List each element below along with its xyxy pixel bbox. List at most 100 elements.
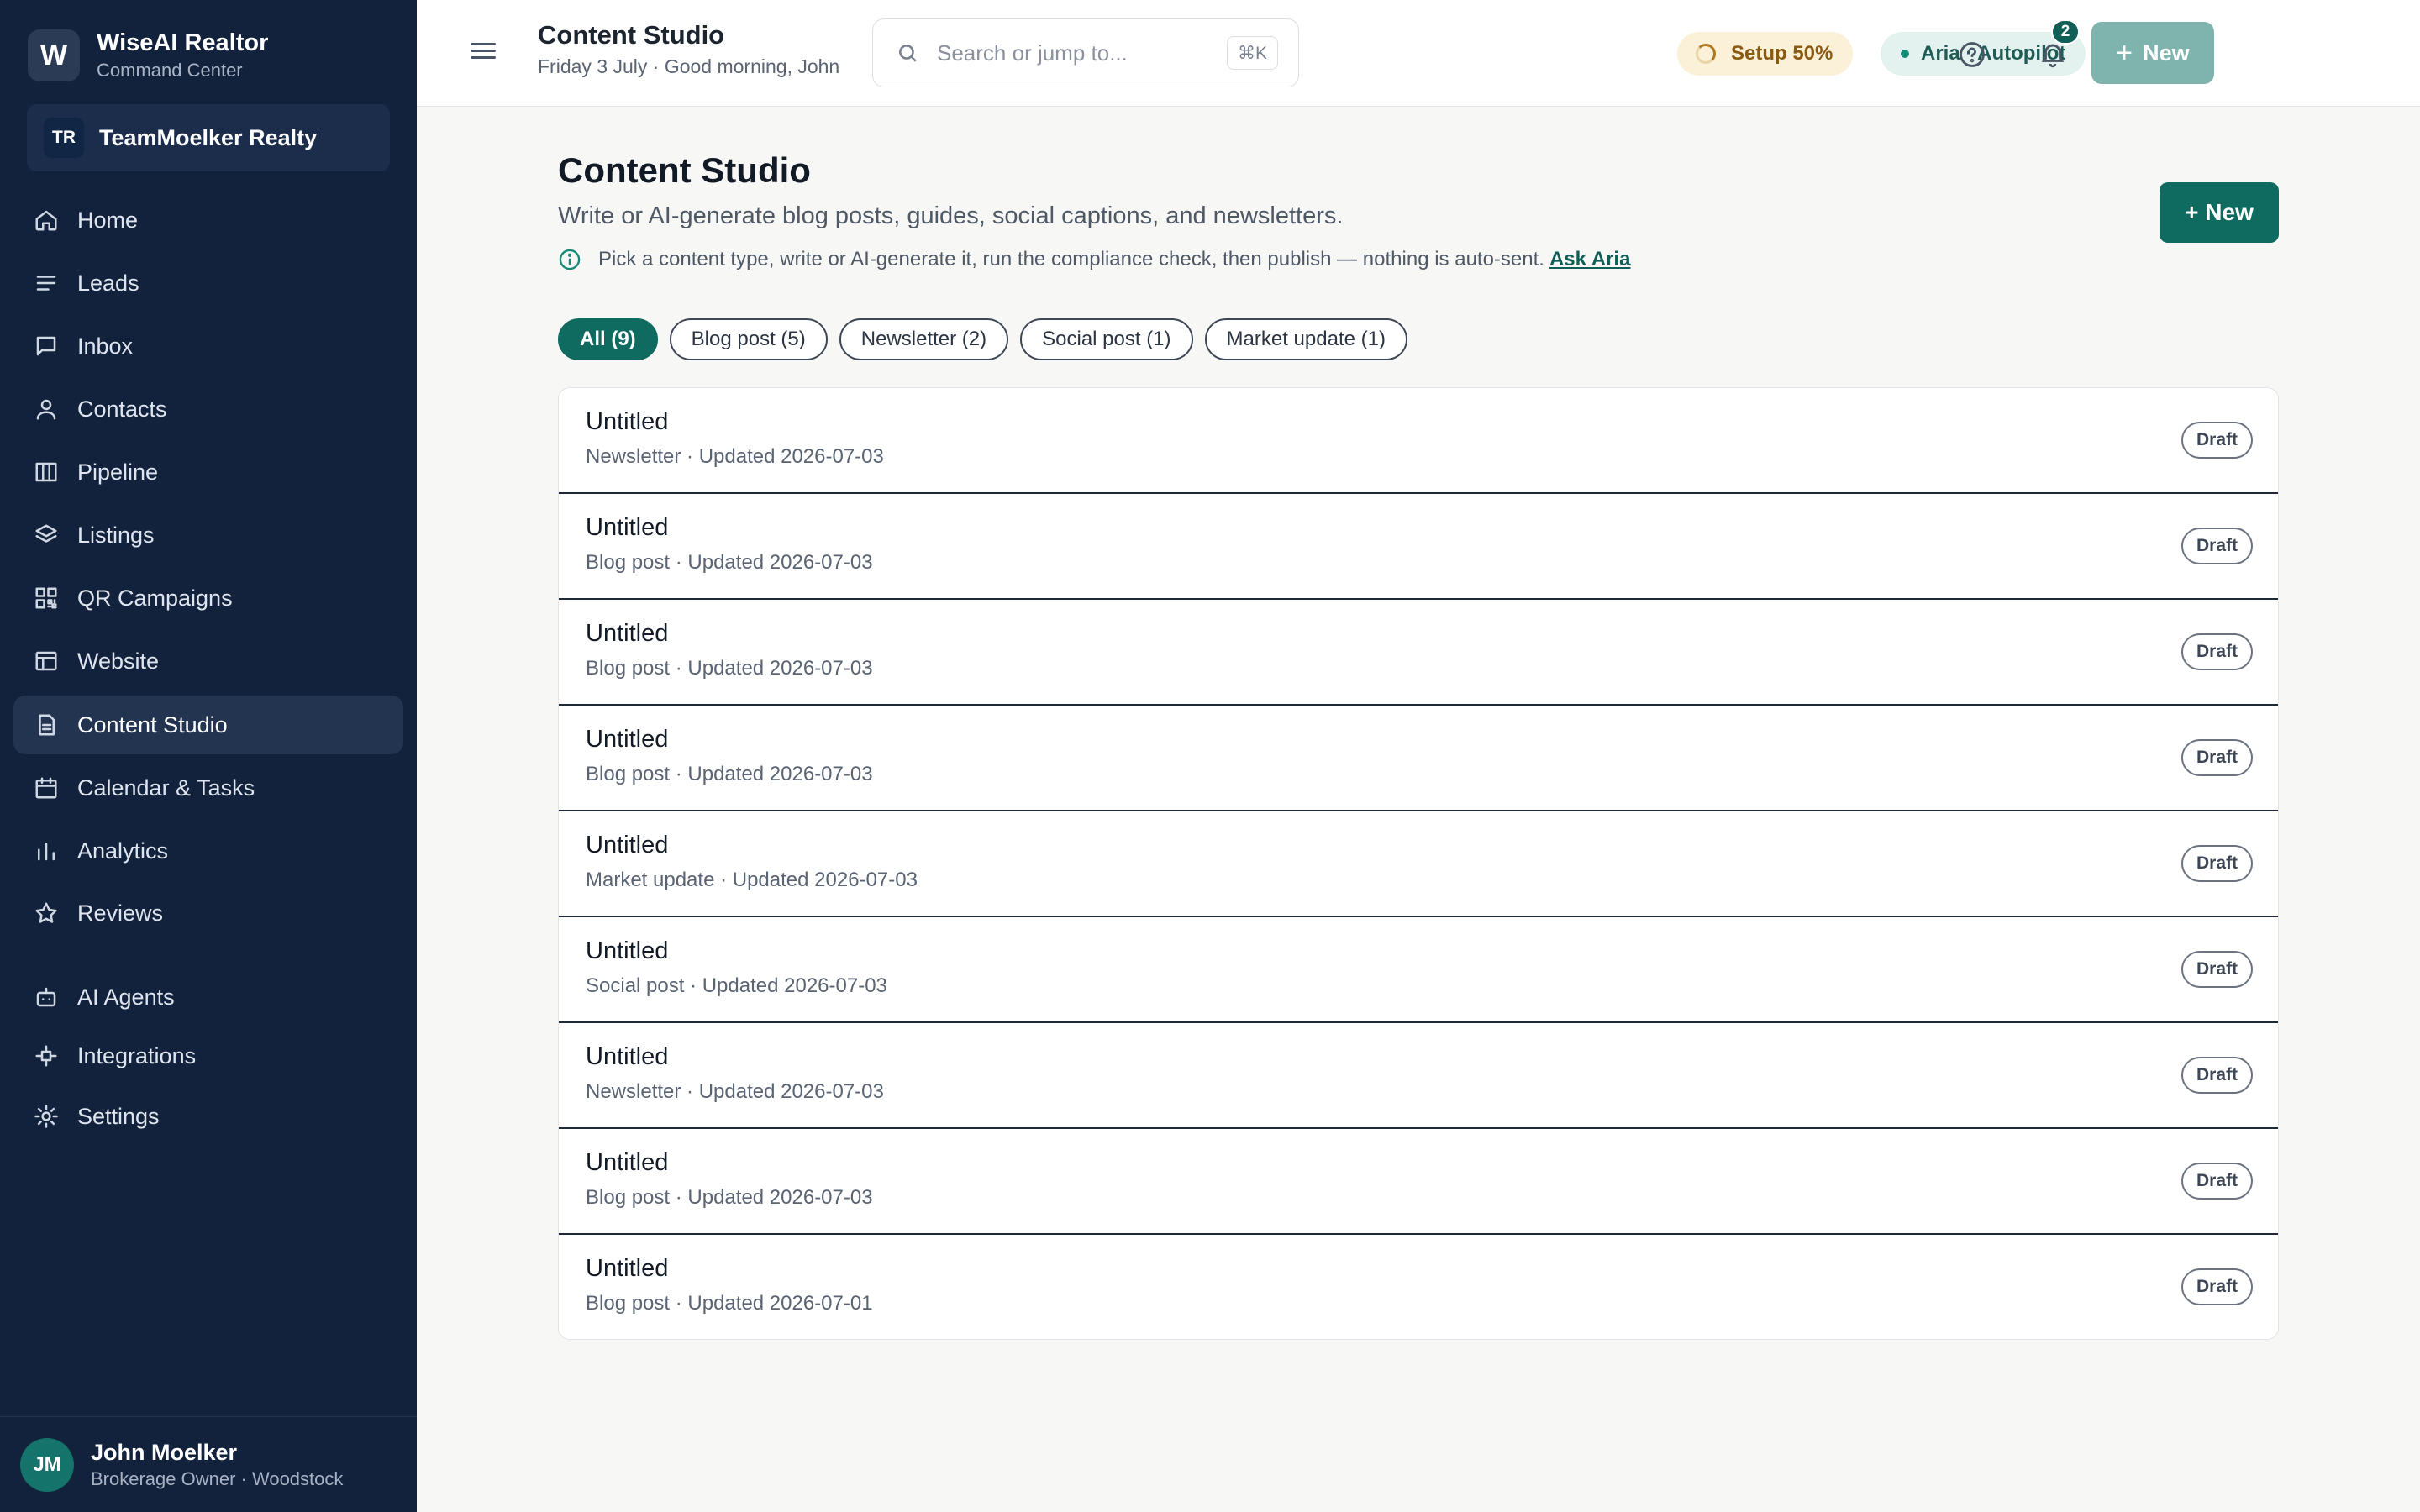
help-icon[interactable] bbox=[1958, 40, 1986, 69]
status-badge: Draft bbox=[2181, 528, 2253, 564]
star-icon bbox=[35, 902, 57, 923]
list-item[interactable]: Untitled Blog post · Updated 2026-07-03 … bbox=[559, 494, 2278, 600]
topbar-new-button[interactable]: + New bbox=[2091, 22, 2214, 84]
topbar-subtitle: Friday 3 July · Good morning, John bbox=[538, 55, 840, 77]
item-meta: Newsletter · Updated 2026-07-03 bbox=[586, 445, 884, 468]
sidebar-item-label: QR Campaigns bbox=[77, 585, 233, 611]
search-icon bbox=[899, 45, 917, 62]
status-badge: Draft bbox=[2181, 1057, 2253, 1094]
team-switcher[interactable]: TR TeamMoelker Realty bbox=[27, 104, 390, 171]
sidebar-item-label: Reviews bbox=[77, 900, 164, 926]
sidebar-item-label: Settings bbox=[77, 1103, 160, 1129]
item-title: Untitled bbox=[586, 514, 669, 541]
menu-icon[interactable] bbox=[469, 39, 497, 67]
sidebar-item-content-studio[interactable]: Content Studio bbox=[13, 696, 403, 754]
item-title: Untitled bbox=[586, 1149, 669, 1176]
qr-icon bbox=[35, 587, 57, 609]
item-meta: Market update · Updated 2026-07-03 bbox=[586, 869, 918, 891]
lines-icon bbox=[36, 276, 56, 291]
notification-badge: 2 bbox=[2051, 19, 2080, 45]
sidebar-item-integrations[interactable]: Integrations bbox=[13, 1026, 403, 1085]
home-icon bbox=[35, 210, 57, 231]
bar-chart-icon bbox=[38, 843, 55, 861]
setup-progress-pill[interactable]: Setup 50% bbox=[1677, 32, 1854, 76]
list-item[interactable]: Untitled Blog post · Updated 2026-07-01 … bbox=[559, 1235, 2278, 1339]
sidebar-item-website[interactable]: Website bbox=[13, 632, 403, 690]
info-text: Pick a content type, write or AI-generat… bbox=[598, 248, 1544, 270]
user-profile[interactable]: JM John Moelker Brokerage Owner · Woodst… bbox=[0, 1416, 417, 1512]
sidebar-item-analytics[interactable]: Analytics bbox=[13, 822, 403, 880]
sidebar-item-settings[interactable]: Settings bbox=[13, 1087, 403, 1146]
list-item[interactable]: Untitled Newsletter · Updated 2026-07-03… bbox=[559, 1023, 2278, 1129]
list-item[interactable]: Untitled Market update · Updated 2026-07… bbox=[559, 811, 2278, 917]
sidebar-item-inbox[interactable]: Inbox bbox=[13, 317, 403, 375]
sidebar-item-leads[interactable]: Leads bbox=[13, 254, 403, 312]
list-item[interactable]: Untitled Blog post · Updated 2026-07-03 … bbox=[559, 1129, 2278, 1235]
columns-icon bbox=[35, 462, 57, 482]
item-meta: Blog post · Updated 2026-07-03 bbox=[586, 551, 873, 574]
list-item[interactable]: Untitled Blog post · Updated 2026-07-03 … bbox=[559, 600, 2278, 706]
avatar: JM bbox=[20, 1437, 74, 1492]
item-meta: Blog post · Updated 2026-07-01 bbox=[586, 1292, 873, 1315]
item-meta: Blog post · Updated 2026-07-03 bbox=[586, 763, 873, 785]
sidebar-item-contacts[interactable]: Contacts bbox=[13, 380, 403, 438]
user-role: Brokerage Owner · Woodstock bbox=[91, 1467, 344, 1489]
filter-newsletter[interactable]: Newsletter (2) bbox=[839, 318, 1009, 360]
gear-icon bbox=[34, 1105, 58, 1128]
status-badge: Draft bbox=[2181, 1163, 2253, 1200]
brand-name: WiseAI Realtor bbox=[97, 29, 269, 56]
layers-icon bbox=[35, 524, 57, 543]
filter-market-update[interactable]: Market update (1) bbox=[1204, 318, 1407, 360]
new-label: New bbox=[2143, 39, 2190, 66]
item-title: Untitled bbox=[586, 937, 669, 964]
item-meta: Blog post · Updated 2026-07-03 bbox=[586, 657, 873, 680]
status-badge: Draft bbox=[2181, 1268, 2253, 1305]
filter-blog-post[interactable]: Blog post (5) bbox=[669, 318, 828, 360]
sidebar-item-home[interactable]: Home bbox=[13, 191, 403, 249]
user-icon bbox=[36, 399, 56, 420]
item-title: Untitled bbox=[586, 1255, 669, 1282]
status-dot-icon bbox=[1901, 50, 1909, 58]
team-badge: TR bbox=[44, 118, 84, 158]
setup-label: Setup 50% bbox=[1731, 42, 1833, 65]
new-content-button[interactable]: + New bbox=[2160, 182, 2279, 243]
sidebar-item-ai-agents[interactable]: AI Agents bbox=[13, 968, 403, 1026]
status-badge: Draft bbox=[2181, 951, 2253, 988]
brand[interactable]: W WiseAI Realtor Command Center bbox=[28, 28, 268, 83]
sidebar-item-label: Home bbox=[77, 207, 139, 233]
sidebar-item-label: Analytics bbox=[77, 837, 169, 864]
sidebar-item-listings[interactable]: Listings bbox=[13, 506, 403, 564]
info-icon bbox=[559, 249, 581, 270]
sidebar: W WiseAI Realtor Command Center TR TeamM… bbox=[0, 0, 417, 1512]
item-meta: Social post · Updated 2026-07-03 bbox=[586, 974, 887, 997]
sidebar-item-label: Content Studio bbox=[77, 711, 228, 738]
plus-icon: + bbox=[2116, 36, 2133, 69]
sidebar-item-label: Pipeline bbox=[77, 459, 159, 485]
sidebar-item-label: Integrations bbox=[77, 1042, 197, 1068]
filter-social-post[interactable]: Social post (1) bbox=[1020, 318, 1193, 360]
status-badge: Draft bbox=[2181, 422, 2253, 459]
user-name: John Moelker bbox=[91, 1439, 238, 1465]
sidebar-item-pipeline[interactable]: Pipeline bbox=[13, 443, 403, 501]
sidebar-item-label: Website bbox=[77, 648, 160, 674]
item-meta: Newsletter · Updated 2026-07-03 bbox=[586, 1080, 884, 1103]
message-icon bbox=[36, 336, 56, 356]
brand-subtitle: Command Center bbox=[97, 60, 243, 81]
filter-all[interactable]: All (9) bbox=[558, 318, 658, 360]
sidebar-item-calendar-tasks[interactable]: Calendar & Tasks bbox=[13, 759, 403, 817]
topbar-title: Content Studio bbox=[538, 20, 725, 50]
page-subtitle: Write or AI-generate blog posts, guides,… bbox=[558, 202, 1344, 229]
sidebar-item-qr-campaigns[interactable]: QR Campaigns bbox=[13, 569, 403, 627]
sidebar-item-label: AI Agents bbox=[77, 984, 175, 1010]
list-item[interactable]: Untitled Newsletter · Updated 2026-07-03… bbox=[559, 388, 2278, 494]
search-input[interactable]: Search or jump to... ⌘K bbox=[872, 18, 1299, 87]
list-item[interactable]: Untitled Social post · Updated 2026-07-0… bbox=[559, 917, 2278, 1023]
item-title: Untitled bbox=[586, 408, 669, 435]
page-title: Content Studio bbox=[558, 150, 811, 190]
list-item[interactable]: Untitled Blog post · Updated 2026-07-03 … bbox=[559, 706, 2278, 811]
brand-logo: W bbox=[28, 29, 80, 81]
sidebar-item-reviews[interactable]: Reviews bbox=[13, 884, 403, 942]
search-placeholder: Search or jump to... bbox=[937, 39, 1128, 66]
status-badge: Draft bbox=[2181, 739, 2253, 776]
ask-aria-link[interactable]: Ask Aria bbox=[1549, 248, 1631, 271]
